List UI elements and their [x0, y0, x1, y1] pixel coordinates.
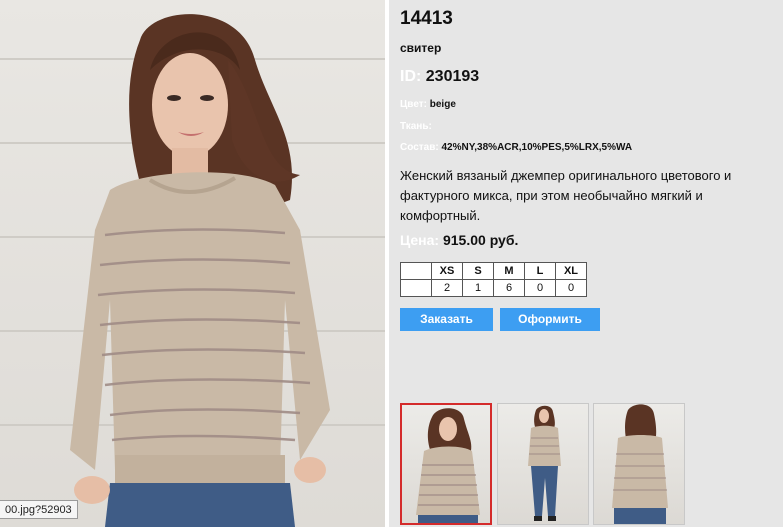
- thumbnail-full-body-image: [528, 405, 561, 521]
- product-info-panel: 14413 свитер ID: 230193 Цвет: beige Ткан…: [389, 0, 783, 527]
- thumbnail-2[interactable]: [497, 403, 589, 525]
- thumbnail-3[interactable]: [593, 403, 685, 525]
- quantity-l[interactable]: 0: [524, 279, 556, 297]
- product-price: Цена: 915.00 руб.: [400, 232, 518, 248]
- product-description: Женский вязаный джемпер оригинального цв…: [400, 168, 732, 223]
- color-label: Цвет:: [400, 99, 427, 110]
- quantity-corner-cell: [400, 279, 432, 297]
- main-product-photo[interactable]: 00.jpg?52903: [0, 0, 385, 527]
- quantity-xl[interactable]: 0: [555, 279, 587, 297]
- status-url-tooltip: 00.jpg?52903: [0, 500, 78, 519]
- quantity-m[interactable]: 6: [493, 279, 525, 297]
- product-title: 14413: [400, 8, 453, 29]
- thumbnail-front-closeup-image: [416, 408, 480, 523]
- checkout-button[interactable]: Оформить: [500, 308, 600, 331]
- price-label: Цена:: [400, 232, 440, 248]
- composition-value: 42%NY,38%ACR,10%PES,5%LRX,5%WA: [441, 142, 633, 153]
- product-color: Цвет: beige: [400, 99, 456, 110]
- size-header-xs: XS: [431, 262, 463, 280]
- size-quantity-row: 2 1 6 0 0: [400, 279, 587, 297]
- size-header-xl: XL: [555, 262, 587, 280]
- thumbnail-back-view-image: [612, 404, 668, 524]
- id-value: 230193: [425, 68, 480, 85]
- size-header-row: XS S M L XL: [400, 262, 587, 280]
- product-type: свитер: [400, 41, 442, 55]
- quantity-xs[interactable]: 2: [431, 279, 463, 297]
- price-value: 915.00 руб.: [442, 232, 519, 248]
- quantity-s[interactable]: 1: [462, 279, 494, 297]
- model-illustration: [70, 14, 330, 527]
- product-id: ID: 230193: [400, 68, 479, 86]
- id-label: ID:: [400, 68, 422, 85]
- product-composition: Состав: 42%NY,38%ACR,10%PES,5%LRX,5%WA: [400, 142, 632, 153]
- size-corner-cell: [400, 262, 432, 280]
- size-table: XS S M L XL 2 1 6 0 0: [400, 262, 587, 297]
- product-fabric: Ткань:: [400, 121, 432, 132]
- size-header-s: S: [462, 262, 494, 280]
- size-header-l: L: [524, 262, 556, 280]
- fabric-label: Ткань:: [400, 121, 432, 132]
- order-button[interactable]: Заказать: [400, 308, 493, 331]
- thumbnail-1[interactable]: [400, 403, 492, 525]
- composition-label: Состав:: [400, 142, 439, 153]
- size-header-m: M: [493, 262, 525, 280]
- color-value: beige: [429, 99, 456, 110]
